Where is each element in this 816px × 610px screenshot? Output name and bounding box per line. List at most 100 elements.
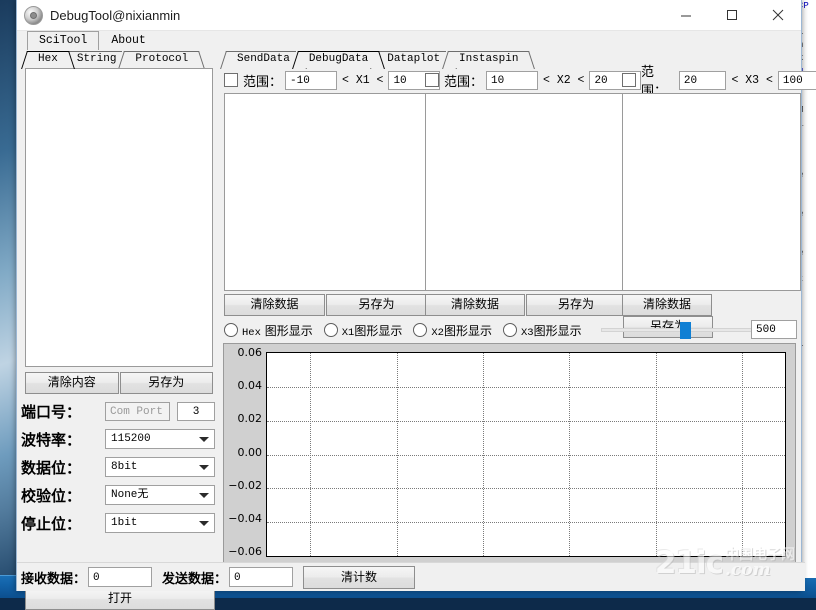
tab-edge-top (231, 51, 296, 53)
y-tick-label: −0.02 (228, 478, 262, 492)
chevron-down-icon (199, 437, 209, 442)
chevron-down-icon (199, 493, 209, 498)
right-tab-strip: SendData DebugData Dataplot Instaspin (218, 50, 801, 69)
port-label: 端口号： (21, 402, 82, 421)
tab-edge-top (453, 51, 525, 53)
plot-container: 0.06 0.04 0.02 0.00 −0.02 −0.04 −0.06 −0… (223, 343, 799, 585)
gridline-horizontal (267, 522, 785, 524)
left-button-row: 清除内容 另存为 (25, 372, 213, 394)
data-panel-x2[interactable] (425, 93, 626, 291)
menu-item-about[interactable]: About (99, 31, 158, 51)
menu-item-scitool[interactable]: SciTool (27, 31, 100, 51)
left-tab-strip: Hex String Protocol (17, 50, 218, 69)
receive-count-input[interactable]: 0 (88, 567, 153, 587)
radio-x3-plot[interactable] (503, 323, 517, 337)
range-x1-min-input[interactable]: -10 (285, 70, 338, 90)
parity-setting-row: 校验位： None无 (21, 483, 215, 507)
chevron-down-icon (199, 521, 209, 526)
range-x1-checkbox[interactable] (224, 73, 238, 87)
buffer-size-input[interactable]: 500 (751, 320, 797, 339)
close-button[interactable] (755, 0, 801, 30)
tab-senddata[interactable]: SendData (220, 51, 307, 69)
radio-x1-plot-label: X1图形显示 (341, 323, 403, 339)
save-as-x2-button[interactable]: 另存为 (526, 294, 626, 316)
parity-label: 校验位： (21, 486, 82, 505)
app-disc-icon (24, 5, 43, 25)
clear-data-x3-button[interactable]: 清除数据 (622, 294, 712, 316)
range-x3-checkbox[interactable] (622, 73, 636, 87)
window-title: DebugTool@nixianmin (50, 7, 181, 23)
range-x2-checkbox[interactable] (425, 73, 439, 87)
left-panel: Hex String Protocol 清除内容 另存为 端口号： Com Po… (17, 50, 218, 610)
save-as-button[interactable]: 另存为 (119, 372, 213, 394)
databits-setting-row: 数据位： 8bit (21, 455, 215, 479)
status-bar: 接收数据： 0 发送数据： 0 清计数 (17, 562, 805, 591)
tab-label: Hex (38, 53, 58, 65)
chevron-down-icon (199, 465, 209, 470)
plot-axes[interactable] (266, 352, 786, 557)
stopbits-select[interactable]: 1bit (105, 513, 215, 533)
radio-hex-plot[interactable] (224, 323, 238, 337)
radio-x2-plot-label: X2图形显示 (431, 323, 492, 339)
baudrate-label: 波特率： (21, 430, 82, 449)
baudrate-value: 115200 (111, 433, 151, 445)
tab-hex[interactable]: Hex (21, 51, 75, 69)
save-as-x1-button[interactable]: 另存为 (326, 294, 427, 316)
range-x2-min-input[interactable]: 10 (486, 70, 539, 90)
baudrate-select[interactable]: 115200 (105, 429, 215, 449)
tab-label: DebugData (308, 53, 369, 65)
tab-instaspin[interactable]: Instaspin (442, 51, 536, 69)
port-number-input[interactable]: 3 (177, 401, 215, 421)
range-x1-comparator: < X1 < (342, 73, 384, 87)
open-port-button[interactable]: 打开 (25, 588, 215, 610)
databits-label: 数据位： (21, 458, 82, 477)
tab-label: SendData (237, 53, 290, 65)
clear-count-button[interactable]: 清计数 (303, 565, 416, 589)
y-tick-label: 0.06 (237, 346, 263, 359)
stopbits-setting-row: 停止位： 1bit (21, 511, 215, 535)
y-tick-label: 0.00 (237, 445, 263, 459)
range-row-x2: 范围： 10 < X2 < 20 (425, 69, 642, 91)
com-port-input[interactable]: Com Port (105, 401, 170, 421)
display-mode-radio-row: Hex 图形显示 X1图形显示 X2图形显示 X3图形显示 (224, 319, 799, 341)
slider-thumb[interactable] (680, 322, 692, 339)
minimize-button[interactable] (663, 0, 709, 30)
gridline-horizontal (267, 386, 785, 388)
window-controls (663, 0, 801, 30)
tab-protocol[interactable]: Protocol (118, 51, 206, 69)
clear-data-x2-button[interactable]: 清除数据 (425, 294, 525, 316)
clear-content-button[interactable]: 清除内容 (25, 372, 119, 394)
send-count-input[interactable]: 0 (229, 567, 294, 587)
tab-edge-top (129, 51, 195, 53)
range-row-x1: 范围： -10 < X1 < 10 (224, 69, 441, 91)
range-x2-label: 范围： (444, 74, 484, 90)
clear-data-x1-button[interactable]: 清除数据 (224, 294, 325, 316)
gridline-horizontal (267, 454, 785, 456)
radio-hex-plot-label: Hex 图形显示 (242, 323, 313, 339)
y-tick-label: −0.06 (228, 545, 262, 558)
data-panel-x1[interactable] (224, 93, 426, 291)
menu-bar: SciTool About (17, 31, 801, 51)
receive-data-textarea[interactable] (25, 68, 213, 367)
data-panel-x3[interactable] (622, 93, 801, 291)
tab-edge-left (220, 51, 236, 69)
maximize-button[interactable] (709, 0, 755, 30)
port-setting-row: 端口号： Com Port 3 (21, 399, 215, 423)
radio-x3-plot-label: X3图形显示 (521, 323, 582, 339)
receive-count-label: 接收数据： (21, 571, 87, 587)
parity-select[interactable]: None无 (105, 485, 215, 505)
range-x3-max-input[interactable]: 100 (777, 70, 816, 90)
right-panel: SendData DebugData Dataplot Instaspin 范围… (218, 50, 816, 590)
tab-edge-top (302, 51, 375, 53)
radio-x1-plot[interactable] (323, 323, 338, 337)
range-x3-min-input[interactable]: 20 (678, 70, 727, 90)
title-bar[interactable]: DebugTool@nixianmin (17, 0, 801, 31)
tab-dataplot[interactable]: Dataplot (370, 51, 457, 69)
databits-select[interactable]: 8bit (105, 457, 215, 477)
databits-value: 8bit (111, 461, 138, 473)
tab-debugdata[interactable]: DebugData (291, 51, 386, 69)
radio-x2-plot[interactable] (413, 323, 428, 337)
range-x2-comparator: < X2 < (543, 73, 585, 87)
y-tick-label: 0.02 (237, 412, 263, 426)
baud-setting-row: 波特率： 115200 (21, 427, 215, 451)
